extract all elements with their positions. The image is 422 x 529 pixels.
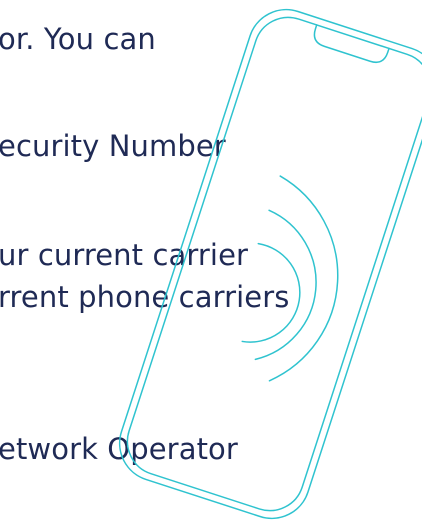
signal-wave-medium-icon [254,209,317,361]
signal-wave-large-icon [268,175,339,382]
page: or. You can ecurity Number ur current ca… [0,0,422,529]
phone-illustration [118,8,422,520]
signal-wave-small-icon [241,242,301,343]
phone-inner-outline-icon [126,16,422,512]
